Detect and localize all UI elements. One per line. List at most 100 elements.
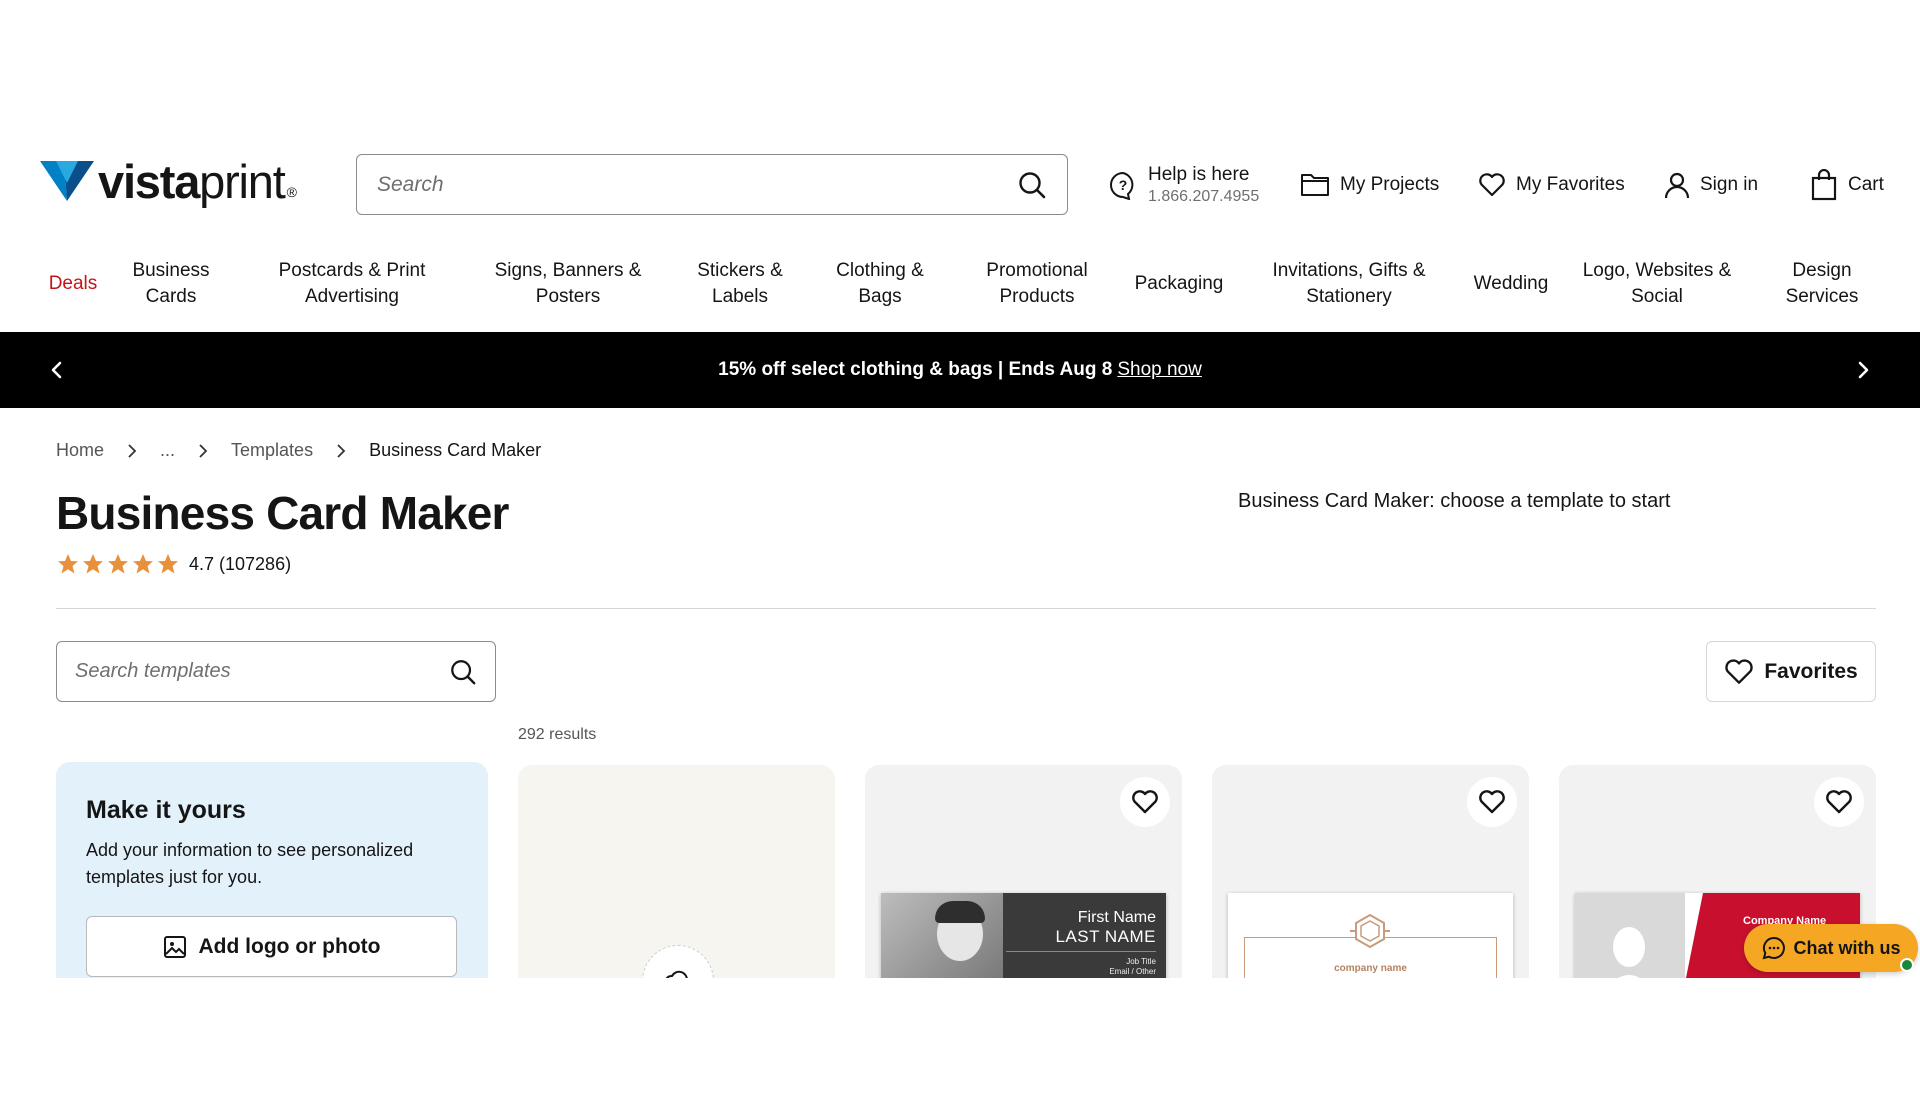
- star-icon: [58, 554, 78, 574]
- breadcrumb-templates[interactable]: Templates: [231, 440, 313, 461]
- nav-item-promotional-products[interactable]: Promotional Products: [975, 254, 1099, 314]
- divider: [56, 608, 1876, 609]
- favorites-button[interactable]: Favorites: [1706, 641, 1876, 702]
- star-icon: [83, 554, 103, 574]
- page-title: Business Card Maker: [56, 487, 509, 539]
- star-icon: [108, 554, 128, 574]
- person-silhouette-icon: [1613, 927, 1645, 978]
- sign-in-link[interactable]: Sign in: [1664, 150, 1758, 220]
- add-logo-label: Add logo or photo: [198, 934, 381, 958]
- main-navigation: Deals Business Cards Postcards & Print A…: [0, 254, 1920, 314]
- help-icon: ?: [1110, 171, 1134, 200]
- template-preview: First Name LAST NAME Job Title Email / O…: [881, 893, 1166, 978]
- user-icon: [1664, 172, 1690, 199]
- folder-icon: [1301, 174, 1329, 196]
- geometric-emblem-icon: [1350, 913, 1390, 949]
- make-it-yours-card: Make it yours Add your information to se…: [56, 762, 488, 978]
- rating-text: 4.7 (107286): [189, 553, 292, 574]
- my-projects-label: My Projects: [1340, 174, 1440, 195]
- help-label: Help is here: [1148, 164, 1250, 185]
- portrait-hair: [935, 901, 985, 923]
- favorite-toggle[interactable]: [1120, 777, 1170, 827]
- favorite-toggle[interactable]: [1467, 777, 1517, 827]
- logo-mark-icon: [40, 161, 94, 201]
- nav-item-stickers-labels[interactable]: Stickers & Labels: [688, 254, 792, 314]
- template-card[interactable]: First Name LAST NAME Job Title Email / O…: [865, 765, 1182, 978]
- nav-item-clothing-bags[interactable]: Clothing & Bags: [822, 254, 938, 314]
- page-subtitle: Business Card Maker: choose a template t…: [1238, 490, 1671, 512]
- nav-item-signs-banners[interactable]: Signs, Banners & Posters: [484, 254, 652, 314]
- logo-text: vistaprint: [98, 154, 286, 208]
- heart-icon: [1132, 790, 1158, 814]
- chat-bubble-icon: [1762, 936, 1785, 960]
- star-icon: [133, 554, 153, 574]
- search-icon[interactable]: [1017, 170, 1047, 200]
- make-it-yours-description: Add your information to see personalized…: [86, 840, 414, 887]
- search-icon[interactable]: [449, 658, 477, 686]
- nav-item-packaging[interactable]: Packaging: [1130, 254, 1228, 314]
- favorite-toggle[interactable]: [1814, 777, 1864, 827]
- vistaprint-logo[interactable]: vistaprint ®: [40, 156, 297, 206]
- my-favorites-label: My Favorites: [1516, 174, 1625, 195]
- make-it-yours-title: Make it yours: [86, 796, 246, 824]
- sign-in-label: Sign in: [1700, 174, 1759, 195]
- chevron-right-icon: [128, 443, 137, 458]
- help-phone: 1.866.207.4955: [1148, 187, 1260, 205]
- nav-item-design-services[interactable]: Design Services: [1772, 254, 1872, 314]
- shopping-bag-icon: [1811, 169, 1837, 201]
- my-favorites-link[interactable]: My Favorites: [1478, 150, 1625, 220]
- chat-with-us-button[interactable]: Chat with us: [1744, 924, 1918, 972]
- template-search-input[interactable]: [75, 660, 449, 683]
- heart-icon: [1479, 790, 1505, 814]
- chevron-left-icon[interactable]: [46, 359, 68, 381]
- template-company: company name: [1334, 963, 1407, 974]
- online-status-dot: [1900, 958, 1914, 972]
- nav-item-wedding[interactable]: Wedding: [1466, 254, 1556, 314]
- site-search: [356, 154, 1068, 215]
- promo-text: 15% off select clothing & bags | Ends Au…: [718, 359, 1113, 380]
- breadcrumb: Home ... Templates Business Card Maker: [56, 440, 541, 461]
- template-job: Job Title Email / Other: [1109, 957, 1156, 976]
- site-header: vistaprint ® ? Help is here 1.866.207.49…: [40, 150, 1900, 220]
- star-icon: [158, 554, 178, 574]
- rating: 4.7 (107286): [56, 552, 291, 576]
- template-preview: company name: [1228, 893, 1513, 978]
- help-link[interactable]: ? Help is here 1.866.207.4955: [1108, 150, 1259, 220]
- chevron-right-icon[interactable]: [1852, 359, 1874, 381]
- svg-text:?: ?: [1119, 177, 1128, 193]
- upload-card[interactable]: [518, 765, 835, 978]
- template-search: [56, 641, 496, 702]
- breadcrumb-ellipsis[interactable]: ...: [160, 440, 175, 461]
- heart-icon: [1826, 790, 1852, 814]
- my-projects-link[interactable]: My Projects: [1300, 150, 1439, 220]
- chat-label: Chat with us: [1793, 937, 1901, 958]
- cart-label: Cart: [1848, 174, 1884, 195]
- favorites-button-label: Favorites: [1764, 659, 1858, 683]
- cloud-upload-icon: [665, 970, 688, 978]
- breadcrumb-current: Business Card Maker: [369, 440, 542, 460]
- breadcrumb-home[interactable]: Home: [56, 440, 104, 461]
- nav-item-invitations[interactable]: Invitations, Gifts & Stationery: [1264, 254, 1434, 314]
- heart-icon: [1479, 173, 1505, 197]
- chevron-right-icon: [337, 443, 346, 458]
- template-rule: [1006, 951, 1156, 952]
- chevron-right-icon: [199, 443, 208, 458]
- search-input[interactable]: [377, 172, 1017, 197]
- template-grid: Make it yours Add your information to se…: [0, 762, 1920, 978]
- cart-link[interactable]: Cart: [1810, 150, 1884, 220]
- nav-item-postcards[interactable]: Postcards & Print Advertising: [270, 254, 434, 314]
- nav-item-deals[interactable]: Deals: [40, 254, 106, 314]
- upload-circle: [642, 945, 714, 978]
- image-icon: [163, 935, 186, 958]
- template-name: First Name LAST NAME: [1055, 909, 1156, 947]
- registered-mark: ®: [286, 184, 297, 200]
- promo-shop-now-link[interactable]: Shop now: [1117, 359, 1202, 381]
- results-count: 292 results: [518, 726, 597, 743]
- add-logo-button[interactable]: Add logo or photo: [86, 916, 457, 977]
- nav-item-business-cards[interactable]: Business Cards: [120, 254, 222, 314]
- star-rating: [56, 552, 181, 576]
- nav-item-logo-websites[interactable]: Logo, Websites & Social: [1574, 254, 1740, 314]
- template-card[interactable]: company name: [1212, 765, 1529, 978]
- heart-icon: [1725, 658, 1754, 684]
- promo-banner: 15% off select clothing & bags | Ends Au…: [0, 332, 1920, 408]
